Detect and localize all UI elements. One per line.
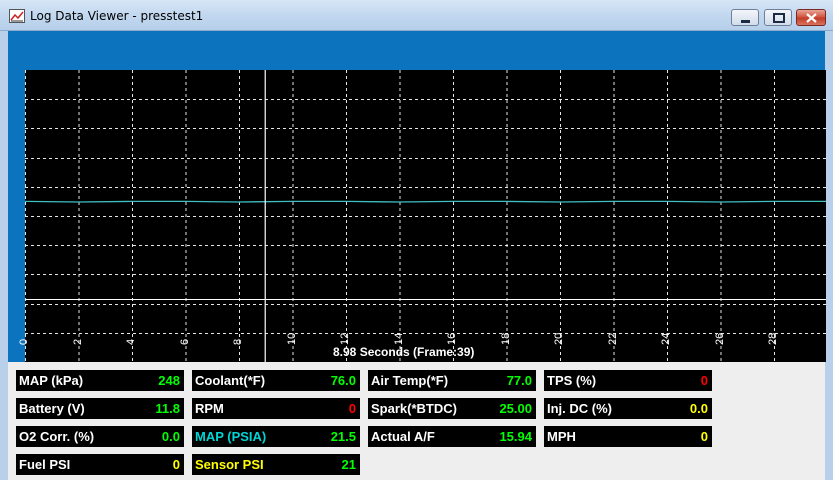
gauge-label: RPM bbox=[195, 401, 224, 416]
gauge-label: MPH bbox=[547, 429, 576, 444]
gauge-value: 0 bbox=[172, 457, 180, 472]
gauge-battery-v[interactable]: Battery (V) 11.8 bbox=[16, 398, 184, 419]
window-title: Log Data Viewer - presstest1 bbox=[30, 9, 204, 23]
gauge-label: Battery (V) bbox=[19, 401, 85, 416]
gauge-value: 77.0 bbox=[506, 373, 532, 388]
maximize-icon bbox=[773, 13, 785, 23]
gauge-label: MAP (PSIA) bbox=[195, 429, 267, 444]
gauge-label: Sensor PSI bbox=[195, 457, 264, 472]
gauge-value: 0 bbox=[348, 401, 356, 416]
close-button[interactable] bbox=[796, 9, 826, 26]
gauge-rpm[interactable]: RPM 0 bbox=[192, 398, 360, 419]
gauge-label: MAP (kPa) bbox=[19, 373, 84, 388]
gauge-label: Air Temp(*F) bbox=[371, 373, 449, 388]
gauge-label: Spark(*BTDC) bbox=[371, 401, 457, 416]
gauge-label: Inj. DC (%) bbox=[547, 401, 612, 416]
gauge-label: Coolant(*F) bbox=[195, 373, 266, 388]
gauge-tps[interactable]: TPS (%) 0 bbox=[544, 370, 712, 391]
gauge-value: 21 bbox=[341, 457, 356, 472]
gauge-label: Actual A/F bbox=[371, 429, 435, 444]
minimize-icon bbox=[741, 20, 750, 23]
gauge-value: 21.5 bbox=[330, 429, 356, 444]
data-series-line bbox=[25, 200, 826, 203]
gauge-value: 25.00 bbox=[499, 401, 532, 416]
gauge-value: 0 bbox=[700, 373, 708, 388]
gauge-map-kpa[interactable]: MAP (kPa) 248 bbox=[16, 370, 184, 391]
gauge-map-psia[interactable]: MAP (PSIA) 21.5 bbox=[192, 426, 360, 447]
gauge-fuel-psi[interactable]: Fuel PSI 0 bbox=[16, 454, 184, 475]
plot-area[interactable] bbox=[25, 70, 826, 362]
gauge-value: 11.8 bbox=[155, 401, 180, 416]
gauge-value: 76.0 bbox=[330, 373, 356, 388]
gauge-panel: MAP (kPa) 248 Coolant(*F) 76.0 Air Temp(*F) 7… bbox=[8, 362, 825, 480]
gauge-value: 248 bbox=[158, 373, 180, 388]
window-frame-left bbox=[0, 31, 8, 480]
gauge-actual-a-f[interactable]: Actual A/F 15.94 bbox=[368, 426, 536, 447]
gauge-coolant-f[interactable]: Coolant(*F) 76.0 bbox=[192, 370, 360, 391]
time-frame-readout: 8.98 Seconds (Frame:39) bbox=[333, 345, 475, 359]
close-icon bbox=[806, 13, 817, 23]
gauge-spark-btdc[interactable]: Spark(*BTDC) 25.00 bbox=[368, 398, 536, 419]
chart-panel bbox=[8, 31, 826, 362]
gauge-label: TPS (%) bbox=[547, 373, 597, 388]
minimize-button[interactable] bbox=[731, 9, 759, 26]
gauge-label: Fuel PSI bbox=[19, 457, 71, 472]
gauge-inj-dc[interactable]: Inj. DC (%) 0.0 bbox=[544, 398, 712, 419]
gauge-o2-corr[interactable]: O2 Corr. (%) 0.0 bbox=[16, 426, 184, 447]
gauge-sensor-psi[interactable]: Sensor PSI 21 bbox=[192, 454, 360, 475]
gauge-value: 15.94 bbox=[499, 429, 532, 444]
gauge-label: O2 Corr. (%) bbox=[19, 429, 95, 444]
gauge-value: 0 bbox=[700, 429, 708, 444]
maximize-button[interactable] bbox=[764, 9, 792, 26]
gauge-value: 0.0 bbox=[689, 401, 708, 416]
chart-app-icon bbox=[9, 9, 25, 23]
gauge-air-temp-f[interactable]: Air Temp(*F) 77.0 bbox=[368, 370, 536, 391]
gauge-value: 0.0 bbox=[161, 429, 180, 444]
log-chart[interactable] bbox=[25, 70, 826, 362]
gauge-mph[interactable]: MPH 0 bbox=[544, 426, 712, 447]
title-bar[interactable]: Log Data Viewer - presstest1 bbox=[0, 0, 833, 31]
window-frame-right bbox=[825, 31, 833, 480]
